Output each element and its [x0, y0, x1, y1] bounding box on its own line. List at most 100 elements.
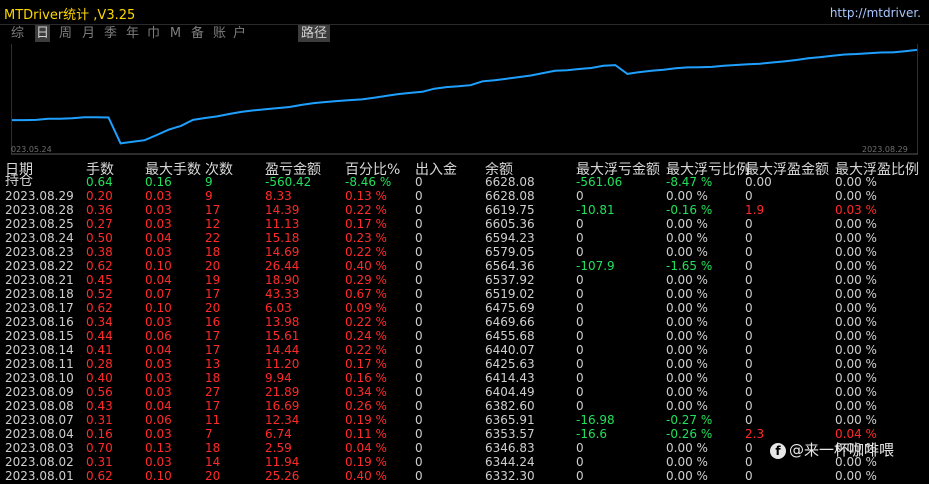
table-cell: 0	[745, 455, 753, 469]
table-cell: 0	[415, 441, 423, 455]
tab-1[interactable]: 日	[35, 25, 50, 42]
tab-10[interactable]: 户	[232, 25, 247, 42]
table-cell: 0	[576, 315, 584, 329]
table-row[interactable]: 2023.08.16 0.34 0.03 16 13.98 0.22 % 0 6469.66 0…	[0, 316, 929, 330]
table-row[interactable]: 2023.08.23 0.38 0.03 18 14.69 0.22 % 0 6579.05 0…	[0, 246, 929, 260]
table-cell: 0	[415, 287, 423, 301]
chart-start-label: 023.05.24	[11, 145, 52, 154]
app-url-link[interactable]: http://mtdriver.	[830, 6, 921, 20]
table-cell: 0.04	[145, 231, 172, 245]
table-cell: 0.00 %	[666, 371, 708, 385]
table-cell: 0.16	[145, 175, 172, 189]
table-cell: 2023.08.08	[5, 399, 74, 413]
table-cell: 0	[415, 371, 423, 385]
table-row[interactable]: 2023.08.08 0.43 0.04 17 16.69 0.26 % 0 6382.60 0…	[0, 400, 929, 414]
table-row[interactable]: 2023.08.18 0.52 0.07 17 43.33 0.67 % 0 6519.02 0…	[0, 288, 929, 302]
table-row[interactable]: 2023.08.29 0.20 0.03 9 8.33 0.13 % 0 6628.08 0 0.…	[0, 190, 929, 204]
table-cell: 0	[415, 455, 423, 469]
table-cell: 11.13	[265, 217, 300, 231]
tab-5[interactable]: 年	[125, 25, 140, 42]
table-row[interactable]: 2023.08.01 0.62 0.10 20 25.26 0.40 % 0 6332.30 0…	[0, 470, 929, 484]
table-row[interactable]: 2023.08.07 0.31 0.06 11 12.34 0.19 % 0 6365.91 -…	[0, 414, 929, 428]
table-cell: 9	[205, 189, 213, 203]
table-cell: 0.00 %	[835, 469, 877, 483]
table-cell: 0.00 %	[835, 217, 877, 231]
table-cell: 2023.08.25	[5, 217, 74, 231]
table-cell: 0.62	[86, 469, 113, 483]
table-row[interactable]: 2023.08.14 0.41 0.04 17 14.44 0.22 % 0 6440.07 0…	[0, 344, 929, 358]
tab-0[interactable]: 综	[10, 25, 25, 42]
tab-9[interactable]: 账	[212, 25, 227, 42]
chart-end-label: 2023.08.29	[862, 145, 908, 154]
table-cell: 0.17 %	[345, 217, 387, 231]
table-cell: 0	[576, 301, 584, 315]
table-cell: 0.03	[145, 385, 172, 399]
table-cell: 0.17 %	[345, 357, 387, 371]
table-row[interactable]: 2023.08.28 0.36 0.03 17 14.39 0.22 % 0 6619.75 -…	[0, 204, 929, 218]
table-cell: 0	[576, 399, 584, 413]
table-cell: 0	[745, 441, 753, 455]
table-cell: 0.34 %	[345, 385, 387, 399]
table-cell: 6519.02	[485, 287, 535, 301]
table-row[interactable]: 2023.08.25 0.27 0.03 12 11.13 0.17 % 0 6605.36 0…	[0, 218, 929, 232]
table-row[interactable]: 2023.08.21 0.45 0.04 19 18.90 0.29 % 0 6537.92 0…	[0, 274, 929, 288]
table-cell: 6346.83	[485, 441, 535, 455]
tab-path[interactable]: 路径	[298, 25, 331, 42]
table-cell: 0	[745, 273, 753, 287]
table-cell: 0	[415, 385, 423, 399]
table-cell: 0.00 %	[835, 259, 877, 273]
tab-2[interactable]: 周	[58, 25, 73, 42]
table-cell: -16.98	[576, 413, 615, 427]
table-cell: 0.03	[145, 217, 172, 231]
table-cell: 0.29 %	[345, 273, 387, 287]
table-row[interactable]: 2023.08.24 0.50 0.04 22 15.18 0.23 % 0 6594.23 0…	[0, 232, 929, 246]
table-cell: -16.6	[576, 427, 608, 441]
table-cell: 0	[415, 329, 423, 343]
table-cell: 0	[576, 245, 584, 259]
table-cell: -1.65 %	[666, 259, 713, 273]
table-cell: 0	[415, 427, 423, 441]
table-cell: 15.61	[265, 329, 300, 343]
table-row[interactable]: 2023.08.10 0.40 0.03 18 9.94 0.16 % 0 6414.43 0 0…	[0, 372, 929, 386]
table-row[interactable]: 2023.08.11 0.28 0.03 13 11.20 0.17 % 0 6425.63 0…	[0, 358, 929, 372]
table-cell: -8.46 %	[345, 175, 392, 189]
table-cell: 0	[745, 245, 753, 259]
table-row[interactable]: 2023.08.09 0.56 0.03 27 21.89 0.34 % 0 6404.49 0…	[0, 386, 929, 400]
table-cell: -560.42	[265, 175, 312, 189]
table-cell: 0	[576, 469, 584, 483]
tab-8[interactable]: 备	[190, 25, 205, 42]
table-cell: 2.59	[265, 441, 292, 455]
table-cell: 14.39	[265, 203, 300, 217]
table-cell: 0.04 %	[345, 441, 387, 455]
table-cell: 0.00 %	[666, 189, 708, 203]
table-cell: 0.00 %	[835, 231, 877, 245]
table-cell: 0.26 %	[345, 399, 387, 413]
table-cell: 0	[576, 343, 584, 357]
table-cell: 0.00 %	[835, 343, 877, 357]
tab-3[interactable]: 月	[81, 25, 96, 42]
table-cell: 0.27	[86, 217, 113, 231]
table-cell: 21.89	[265, 385, 300, 399]
table-cell: 0	[576, 189, 584, 203]
tab-7[interactable]: M	[168, 25, 183, 42]
table-row[interactable]: 2023.08.22 0.62 0.10 20 26.44 0.40 % 0 6564.36 -…	[0, 260, 929, 274]
table-cell: 11	[205, 413, 221, 427]
table-cell: 0.00 %	[835, 301, 877, 315]
table-cell: 6537.92	[485, 273, 535, 287]
tab-6[interactable]: 巾	[146, 25, 161, 42]
table-cell: 0.00 %	[835, 175, 877, 189]
tab-4[interactable]: 季	[103, 25, 118, 42]
table-cell: 13	[205, 357, 221, 371]
table-cell: 6414.43	[485, 371, 535, 385]
watermark: f @来一杯咖啡喂	[770, 439, 894, 460]
table-cell: 0.19 %	[345, 455, 387, 469]
table-cell: 2023.08.21	[5, 273, 74, 287]
table-row[interactable]: 持仓 0.64 0.16 9 -560.42 -8.46 % 0 6628.08 -561.06…	[0, 174, 929, 190]
table-row[interactable]: 2023.08.17 0.62 0.10 20 6.03 0.09 % 0 6475.69 0 0…	[0, 302, 929, 316]
table-cell: 17	[205, 343, 221, 357]
table-cell: 6332.30	[485, 469, 535, 483]
table-row[interactable]: 2023.08.15 0.44 0.06 17 15.61 0.24 % 0 6455.68 0…	[0, 330, 929, 344]
table-cell: 1.9	[745, 203, 765, 217]
table-cell: 0	[415, 413, 423, 427]
table-cell: 12.34	[265, 413, 300, 427]
